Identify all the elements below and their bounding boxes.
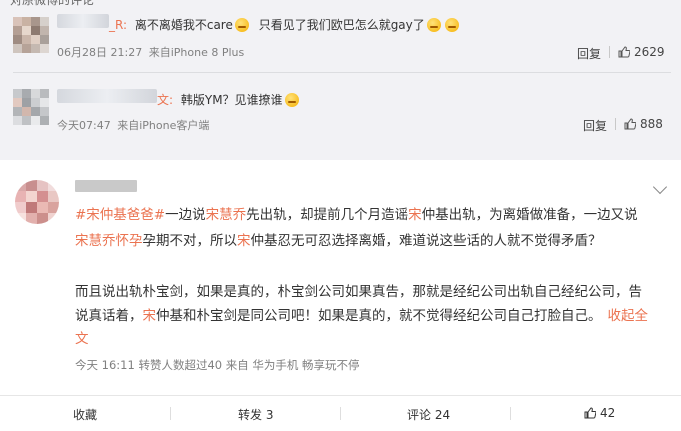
reply-button[interactable]: 回复 xyxy=(577,45,601,62)
highlight-keyword: 宋慧乔 xyxy=(205,207,247,223)
emoji-icon xyxy=(426,18,441,32)
comment-text: _R: 离不离婚我不care 只看见了我们欧巴怎么就gay了 xyxy=(57,16,461,33)
like-count: 42 xyxy=(600,406,616,420)
emoji-icon xyxy=(284,93,299,107)
like-button[interactable]: 888 xyxy=(624,117,663,131)
comment-time: 今天07:47 xyxy=(57,119,111,132)
like-count: 888 xyxy=(640,117,663,131)
post-avatar[interactable] xyxy=(15,180,59,224)
post-username-redacted[interactable] xyxy=(75,180,137,192)
highlight-keyword: 宋 xyxy=(142,308,157,324)
thumb-up-icon xyxy=(624,118,636,130)
comments-section-title: 对原微博的评论 xyxy=(10,0,95,7)
like-button[interactable]: 42 xyxy=(584,406,615,420)
highlight-keyword: 宋慧乔怀孕 xyxy=(75,233,143,249)
thumb-up-icon xyxy=(618,46,630,58)
reply-button[interactable]: 回复 xyxy=(583,117,607,134)
collapse-text-link[interactable]: 文 xyxy=(75,330,89,348)
action-divider xyxy=(340,407,341,420)
post-text-line: #宋仲基爸爸#一边说宋慧乔先出轨，却提前几个月造谣宋仲基出轨，为离婚做准备，一边… xyxy=(75,207,638,223)
like-button[interactable]: 2629 xyxy=(618,45,665,59)
comment-meta: 今天07:47 来自iPhone客户端 xyxy=(57,117,209,133)
comment-avatar[interactable] xyxy=(13,89,49,125)
chevron-down-icon[interactable] xyxy=(652,179,668,195)
action-divider xyxy=(170,407,171,420)
repost-button[interactable]: 转发 3 xyxy=(238,406,273,423)
action-divider xyxy=(609,46,610,58)
hashtag-link[interactable]: #宋仲基爸爸# xyxy=(75,207,165,223)
comment-divider xyxy=(13,72,671,73)
comment-text: 文: 韩版YM？见谁撩谁 xyxy=(57,91,301,108)
comment-source: 来自iPhone 8 Plus xyxy=(148,46,245,59)
comment-meta: 06月28日 21:27 来自iPhone 8 Plus xyxy=(57,44,244,60)
collect-button[interactable]: 收藏 xyxy=(73,406,97,423)
thumb-up-icon xyxy=(584,407,596,419)
emoji-icon xyxy=(444,18,459,32)
emoji-icon xyxy=(234,18,249,32)
comment-avatar[interactable] xyxy=(13,17,49,53)
comment-button[interactable]: 评论 24 xyxy=(407,406,450,423)
like-count: 2629 xyxy=(634,45,665,59)
comment-username-suffix[interactable]: _R: xyxy=(109,18,127,32)
post-text-line: 宋慧乔怀孕孕期不对，所以宋仲基忍无可忍选择离婚，难道说这些话的人就不觉得矛盾？ xyxy=(75,233,602,249)
collapse-text-link[interactable]: 收起全 xyxy=(608,308,649,324)
highlight-keyword: 宋 xyxy=(237,233,251,249)
comment-source: 来自iPhone客户端 xyxy=(117,119,210,132)
post-text-line: 而且说出轨朴宝剑，如果是真的，朴宝剑公司如果真告，那就是经纪公司出轨自己经纪公司… xyxy=(75,284,642,300)
action-divider xyxy=(510,407,511,420)
action-divider xyxy=(615,118,616,130)
highlight-keyword: 宋 xyxy=(408,207,422,223)
post-text-line: 说真话着，宋仲基和朴宝剑是同公司吧！如果是真的，就不觉得经纪公司自己打脸自己。收… xyxy=(75,308,649,324)
comment-time: 06月28日 21:27 xyxy=(57,46,143,59)
post-meta: 今天 16:11 转赞人数超过40 来自 华为手机 畅享玩不停 xyxy=(75,358,360,372)
comment-username-suffix[interactable]: 文: xyxy=(157,93,173,107)
